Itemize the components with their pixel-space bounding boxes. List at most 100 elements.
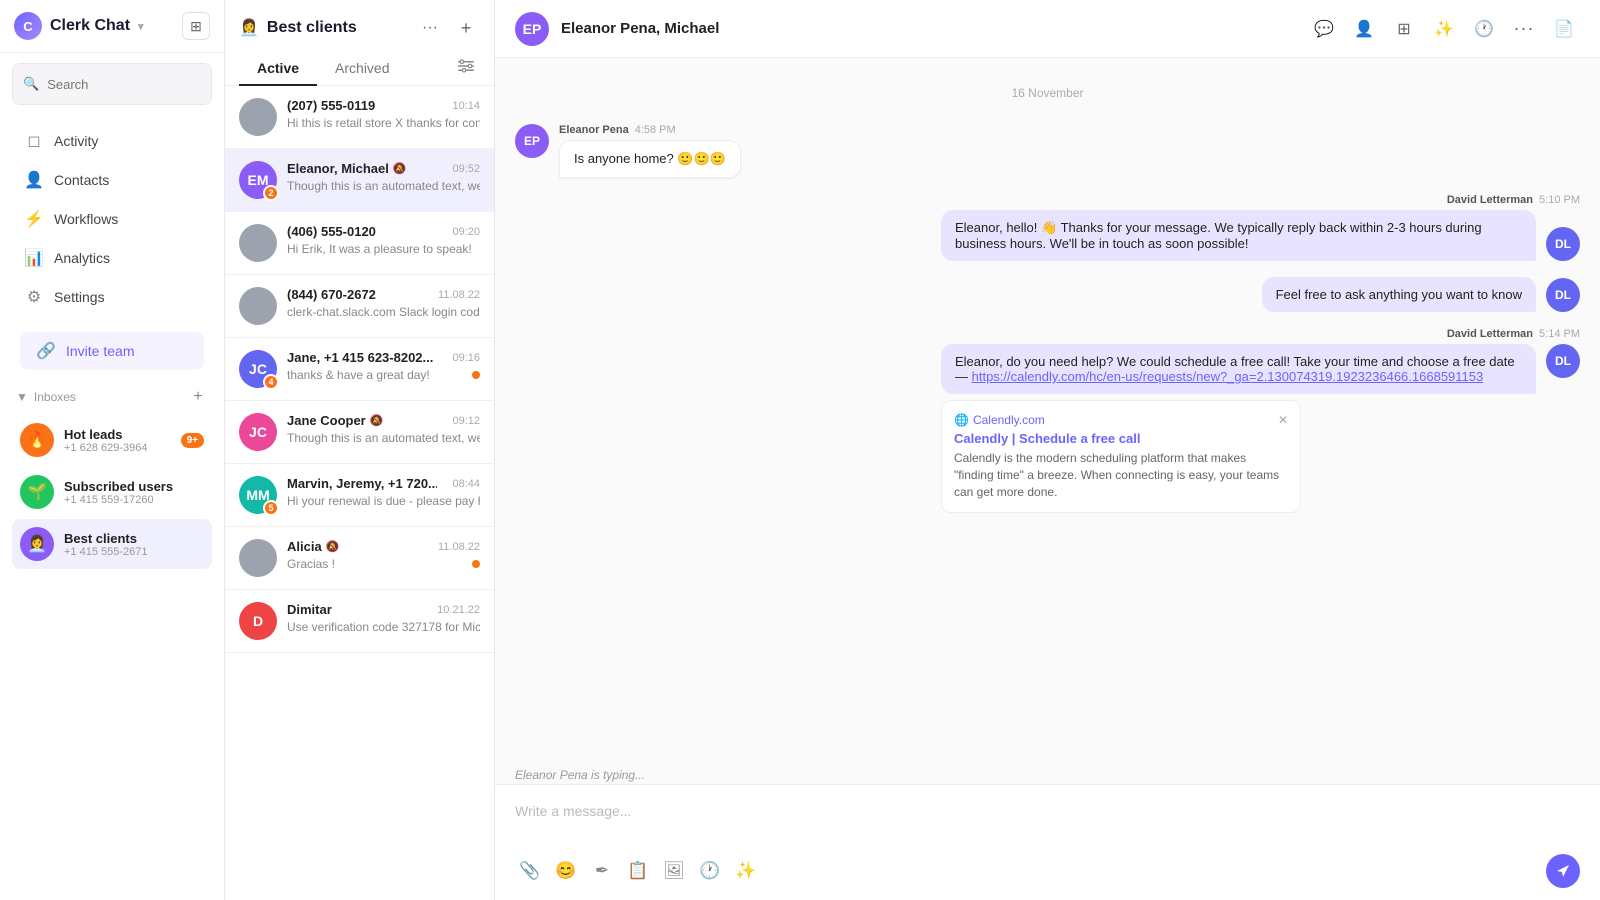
search-input[interactable]	[47, 77, 223, 92]
sidebar-item-contacts[interactable]: 👤 Contacts	[8, 161, 216, 199]
emoji-btn[interactable]: 😊	[551, 856, 581, 886]
conv-name: Jane Cooper 🔕	[287, 413, 383, 428]
send-btn[interactable]	[1546, 854, 1580, 888]
sidebar-item-settings[interactable]: ⚙ Settings	[8, 278, 216, 316]
grid-btn[interactable]: ⊞	[1388, 13, 1420, 45]
conv-item[interactable]: (844) 670-2672 11.08.22 clerk-chat.slack…	[225, 275, 494, 338]
more-options-btn[interactable]: ···	[416, 14, 444, 42]
link-preview-close-btn[interactable]: ✕	[1278, 413, 1288, 427]
message-input[interactable]	[515, 797, 1580, 841]
conv-avatar: JC	[239, 413, 277, 451]
sidebar-item-activity[interactable]: ◻ Activity	[8, 122, 216, 160]
inbox-badge: 9+	[181, 433, 204, 448]
inbox-hot-leads[interactable]: 🔥 Hot leads +1 628 629-3964 9+	[12, 415, 212, 465]
search-icon: 🔍	[23, 76, 39, 92]
conv-avatar	[239, 287, 277, 325]
brand-logo[interactable]: C Clerk Chat ▾	[14, 12, 144, 40]
conv-item[interactable]: JC 4 Jane, +1 415 623-8202... 09:16 than…	[225, 338, 494, 401]
ai-btn[interactable]: ✨	[1428, 13, 1460, 45]
ai-compose-btn[interactable]: ✨	[731, 856, 761, 886]
msg-time: 5:10 PM	[1539, 194, 1580, 206]
template-btn[interactable]: 📋	[623, 856, 653, 886]
conv-time: 10:14	[452, 100, 480, 112]
add-conversation-btn[interactable]: +	[452, 14, 480, 42]
inbox-phone: +1 415 559-17260	[64, 494, 204, 506]
conv-name: (406) 555-0120	[287, 224, 376, 239]
new-window-btn[interactable]: ⊞	[182, 12, 210, 40]
conv-time: 11.08.22	[438, 289, 480, 301]
inbox-name: Subscribed users	[64, 479, 204, 494]
msg-bubble: Eleanor, do you need help? We could sche…	[941, 344, 1536, 394]
conv-avatar: MM 5	[239, 476, 277, 514]
unread-badge: 5	[263, 500, 279, 516]
conv-body: Jane Cooper 🔕 09:12 Though this is an au…	[287, 413, 480, 445]
msg-row: Eleanor, do you need help? We could sche…	[941, 344, 1580, 513]
attachment-btn[interactable]: 📎	[515, 856, 545, 886]
conv-body: (844) 670-2672 11.08.22 clerk-chat.slack…	[287, 287, 480, 319]
msg-time: 4:58 PM	[635, 124, 676, 136]
conv-body: Dimitar 10.21.22 Use verification code 3…	[287, 602, 480, 634]
chat-area: EP Eleanor Pena, Michael 💬 👤 ⊞ ✨ 🕐 ··· 📄…	[495, 0, 1600, 900]
link-preview-site: 🌐 Calendly.com	[954, 413, 1278, 427]
inbox-subscribed-users[interactable]: 🌱 Subscribed users +1 415 559-17260	[12, 467, 212, 517]
msg-time: 5:14 PM	[1539, 328, 1580, 340]
add-inbox-btn[interactable]: +	[188, 387, 208, 407]
inbox-info: Best clients +1 415 555-2671	[64, 531, 204, 558]
conv-name: Jane, +1 415 623-8202...	[287, 350, 433, 365]
msg-sender-name: David Letterman	[1447, 328, 1533, 340]
filter-btn[interactable]	[452, 52, 480, 80]
conv-item[interactable]: Alicia 🔕 11.08.22 Gracias !	[225, 527, 494, 590]
link-preview-title: Calendly | Schedule a free call	[954, 431, 1288, 446]
inbox-best-clients[interactable]: 👩‍💼 Best clients +1 415 555-2671	[12, 519, 212, 569]
conv-preview: Hi Erik, It was a pleasure to speak!	[287, 242, 480, 256]
brand-dropdown-icon[interactable]: ▾	[138, 20, 144, 33]
inboxes-header: ▼ Inboxes +	[12, 383, 212, 415]
tab-archived[interactable]: Archived	[317, 52, 407, 86]
sidebar-item-label: Contacts	[54, 172, 109, 188]
conv-time: 09:52	[452, 163, 480, 175]
contacts-icon: 👤	[24, 170, 44, 190]
unread-dot	[472, 371, 480, 379]
conv-item[interactable]: (406) 555-0120 09:20 Hi Erik, It was a p…	[225, 212, 494, 275]
clock-btn[interactable]: 🕐	[1468, 13, 1500, 45]
unread-dot	[472, 560, 480, 568]
workflows-icon: ⚡	[24, 209, 44, 229]
conv-item[interactable]: MM 5 Marvin, Jeremy, +1 720... 08:44 Hi …	[225, 464, 494, 527]
schedule-btn[interactable]: 🕐	[695, 856, 725, 886]
conv-item[interactable]: (207) 555-0119 10:14 Hi this is retail s…	[225, 86, 494, 149]
conv-body: (406) 555-0120 09:20 Hi Erik, It was a p…	[287, 224, 480, 256]
conv-body: Eleanor, Michael 🔕 09:52 Though this is …	[287, 161, 480, 193]
inbox-name: Hot leads	[64, 427, 171, 442]
conv-preview: Use verification code 327178 for Microso…	[287, 620, 480, 634]
typing-indicator: Eleanor Pena is typing...	[495, 762, 1600, 784]
sidebar-item-analytics[interactable]: 📊 Analytics	[8, 239, 216, 277]
inboxes-section: ▼ Inboxes + 🔥 Hot leads +1 628 629-3964 …	[0, 375, 224, 579]
image-btn[interactable]: 🖼	[659, 856, 689, 886]
user-info-btn[interactable]: 👤	[1348, 13, 1380, 45]
msg-avatar: DL	[1546, 227, 1580, 261]
conv-name: Alicia 🔕	[287, 539, 339, 554]
conv-item[interactable]: JC Jane Cooper 🔕 09:12 Though this is an…	[225, 401, 494, 464]
conv-time: 08:44	[452, 478, 480, 490]
chat-icon-btn[interactable]: 💬	[1308, 13, 1340, 45]
inboxes-label: ▼ Inboxes	[16, 390, 76, 404]
conv-item[interactable]: D Dimitar 10.21.22 Use verification code…	[225, 590, 494, 653]
conv-item-eleanor[interactable]: EM 2 Eleanor, Michael 🔕 09:52 Though thi…	[225, 149, 494, 212]
conv-title-icon: 👩‍💼	[239, 18, 259, 38]
document-btn[interactable]: 📄	[1548, 13, 1580, 45]
conv-avatar	[239, 224, 277, 262]
inboxes-collapse-icon[interactable]: ▼	[16, 390, 28, 404]
chat-input-area: 📎 😊 ✒ 📋 🖼 🕐 ✨	[495, 784, 1600, 900]
signature-btn[interactable]: ✒	[587, 856, 617, 886]
invite-team-btn[interactable]: 🔗 Invite team	[20, 332, 204, 370]
more-btn[interactable]: ···	[1508, 13, 1540, 45]
tab-active[interactable]: Active	[239, 52, 317, 86]
sidebar-item-workflows[interactable]: ⚡ Workflows	[8, 200, 216, 238]
inbox-info: Subscribed users +1 415 559-17260	[64, 479, 204, 506]
conv-avatar: JC 4	[239, 350, 277, 388]
search-box[interactable]: 🔍 ⌘ k	[12, 63, 212, 105]
conv-body: Marvin, Jeremy, +1 720... 08:44 Hi your …	[287, 476, 480, 508]
message-outgoing: Feel free to ask anything you want to kn…	[1262, 277, 1580, 312]
conv-preview: clerk-chat.slack.com Slack login code: 1…	[287, 305, 480, 319]
conv-body: Jane, +1 415 623-8202... 09:16 thanks & …	[287, 350, 480, 382]
